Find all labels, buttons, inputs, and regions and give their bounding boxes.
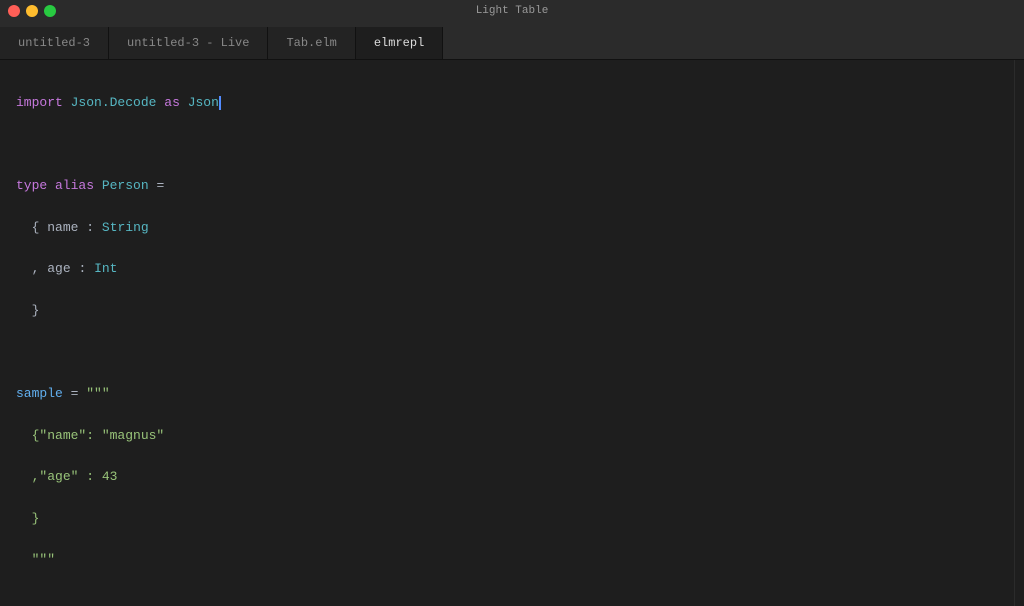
title-bar: Light Table xyxy=(0,0,1024,22)
tab-elmrepl[interactable]: elmrepl xyxy=(356,27,443,59)
tab-tab-elm[interactable]: Tab.elm xyxy=(268,27,355,59)
tab-untitled-3-live[interactable]: untitled-3 - Live xyxy=(109,27,268,59)
code-editor[interactable]: import Json.Decode as Json type alias Pe… xyxy=(0,60,1014,606)
window-title: Light Table xyxy=(476,5,549,17)
minimize-button[interactable] xyxy=(26,5,38,17)
tab-bar: untitled-3 untitled-3 - Live Tab.elm elm… xyxy=(0,22,1024,60)
tab-untitled-3[interactable]: untitled-3 xyxy=(0,27,109,59)
scrollbar[interactable] xyxy=(1014,60,1024,606)
code-content: import Json.Decode as Json type alias Pe… xyxy=(16,72,998,606)
close-button[interactable] xyxy=(8,5,20,17)
content-area: import Json.Decode as Json type alias Pe… xyxy=(0,60,1024,606)
maximize-button[interactable] xyxy=(44,5,56,17)
traffic-lights xyxy=(8,5,56,17)
